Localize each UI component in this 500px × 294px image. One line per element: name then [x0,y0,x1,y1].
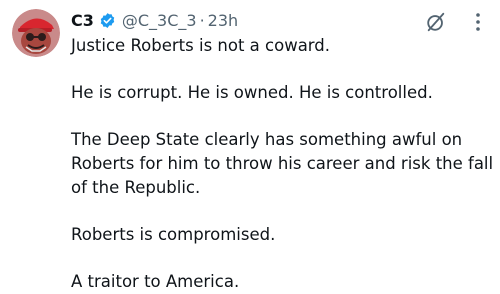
post-paragraph: He is corrupt. He is owned. He is contro… [71,83,433,102]
post-text: Justice Roberts is not a coward. He is c… [71,34,496,294]
header-separator: · [199,10,205,30]
post-paragraph: The Deep State clearly has something awf… [71,130,494,197]
avatar-image [12,9,60,57]
post-time[interactable]: 23h [208,11,239,30]
post[interactable]: C3 @C_3C_3 · 23h Justice Roberts is not … [0,0,500,294]
post-paragraph: A traitor to America. [71,272,240,291]
author-display-name[interactable]: C3 [71,11,94,30]
post-paragraph: Justice Roberts is not a coward. [71,36,331,55]
more-options-icon[interactable] [468,9,488,35]
grok-icon[interactable] [425,11,447,33]
author-handle[interactable]: @C_3C_3 [122,11,197,30]
post-paragraph: Roberts is compromised. [71,225,276,244]
avatar[interactable] [12,9,60,57]
verified-badge-icon [99,12,116,29]
post-header: C3 @C_3C_3 · 23h [71,8,238,32]
